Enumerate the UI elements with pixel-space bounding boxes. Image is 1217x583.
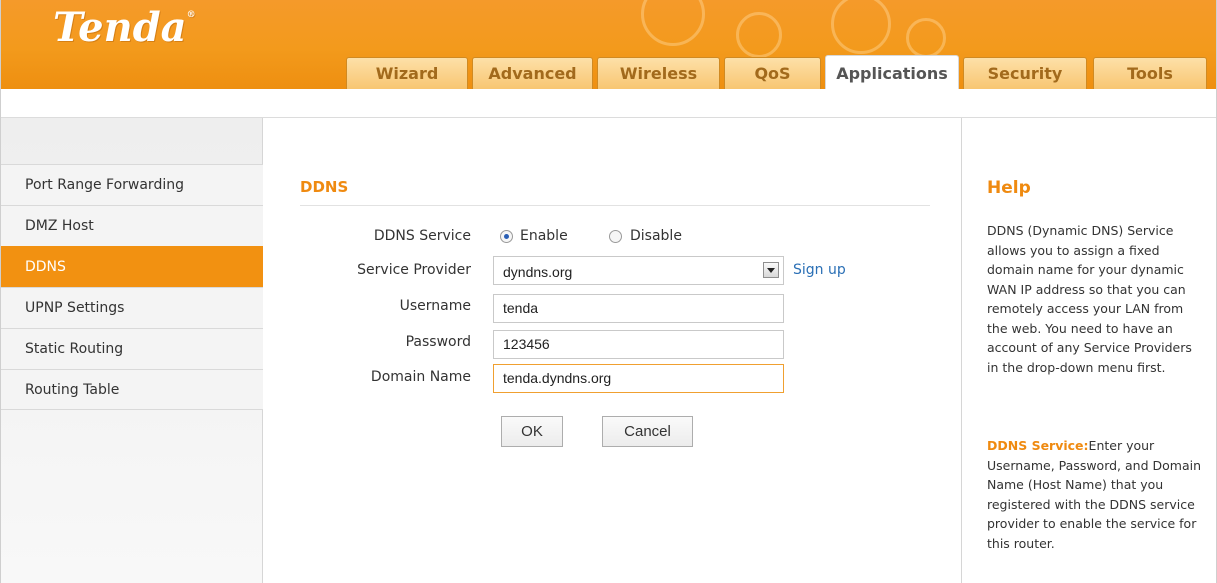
decorative-bubble	[831, 0, 891, 54]
domain-name-label: Domain Name	[370, 369, 471, 385]
section-title: DDNS	[300, 178, 349, 196]
tab-qos[interactable]: QoS	[724, 57, 821, 89]
enable-label: Enable	[520, 228, 568, 244]
password-label: Password	[405, 334, 471, 350]
tenda-logo: Tenda®	[53, 4, 196, 51]
tab-applications[interactable]: Applications	[825, 55, 959, 89]
sign-up-link[interactable]: Sign up	[793, 262, 846, 278]
help-intro: DDNS (Dynamic DNS) Service allows you to…	[987, 223, 1192, 375]
ok-button[interactable]: OK	[501, 416, 563, 447]
tab-security[interactable]: Security	[963, 57, 1087, 89]
domain-name-field[interactable]: tenda.dyndns.org	[493, 364, 784, 393]
ddns-service-label: DDNS Service	[373, 228, 471, 244]
decorative-bubble	[641, 0, 705, 46]
disable-label: Disable	[630, 228, 682, 244]
service-provider-select[interactable]: dyndns.org	[493, 256, 784, 285]
sidebar-item-static-routing[interactable]: Static Routing	[1, 328, 263, 369]
header-divider	[1, 89, 1216, 118]
username-label: Username	[399, 298, 471, 314]
decorative-bubble	[906, 18, 946, 58]
tab-wireless[interactable]: Wireless	[597, 57, 720, 89]
sidebar-divider	[1, 409, 263, 410]
section-divider	[300, 205, 930, 206]
username-field[interactable]: tenda	[493, 294, 784, 323]
help-ddns-service: DDNS Service:Enter your Username, Passwo…	[987, 436, 1207, 553]
cancel-button[interactable]: Cancel	[602, 416, 693, 447]
help-ddns-service-text: Enter your Username, Password, and Domai…	[987, 438, 1201, 551]
tab-tools[interactable]: Tools	[1093, 57, 1207, 89]
tab-wizard[interactable]: Wizard	[346, 57, 468, 89]
header-banner: Tenda® Wizard Advanced Wireless QoS Appl…	[1, 0, 1216, 89]
help-panel: Help DDNS (Dynamic DNS) Service allows y…	[961, 118, 1216, 583]
service-provider-value: dyndns.org	[503, 264, 573, 280]
tab-advanced[interactable]: Advanced	[472, 57, 593, 89]
sidebar-item-routing-table[interactable]: Routing Table	[1, 369, 263, 410]
service-provider-label: Service Provider	[357, 262, 471, 278]
help-ddns-service-heading: DDNS Service:	[987, 438, 1089, 453]
router-admin-page: Tenda® Wizard Advanced Wireless QoS Appl…	[0, 0, 1217, 583]
disable-radio[interactable]	[609, 230, 622, 243]
help-title: Help	[987, 178, 1031, 198]
decorative-bubble	[736, 12, 782, 58]
sidebar-item-upnp-settings[interactable]: UPNP Settings	[1, 287, 263, 328]
main-panel: DDNS DDNS Service Enable Disable Service…	[264, 118, 961, 583]
logo-text: Tenda	[53, 4, 187, 51]
chevron-down-icon[interactable]	[763, 262, 779, 278]
sidebar-item-dmz-host[interactable]: DMZ Host	[1, 205, 263, 246]
sidebar: Port Range Forwarding DMZ Host DDNS UPNP…	[1, 118, 263, 583]
enable-radio[interactable]	[500, 230, 513, 243]
password-field[interactable]: 123456	[493, 330, 784, 359]
registered-mark: ®	[186, 10, 196, 20]
sidebar-item-ddns[interactable]: DDNS	[1, 246, 263, 287]
sidebar-item-port-range-forwarding[interactable]: Port Range Forwarding	[1, 164, 263, 205]
